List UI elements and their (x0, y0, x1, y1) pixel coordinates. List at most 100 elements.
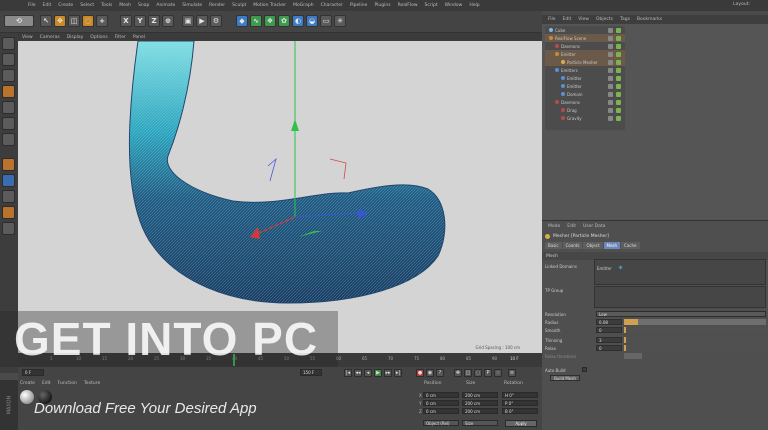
vp-menu-view[interactable]: View (22, 35, 33, 40)
model-mode-icon[interactable] (2, 53, 15, 66)
menu-character[interactable]: Character (321, 3, 343, 8)
rotate-tool-icon[interactable]: ◌ (82, 15, 94, 27)
render-settings-icon[interactable]: ⚙ (210, 15, 222, 27)
relax-iterations-slider[interactable] (624, 353, 642, 359)
tweak-mode-icon[interactable] (2, 174, 15, 187)
texture-mode-icon[interactable] (2, 69, 15, 82)
mat-menu-function[interactable]: Function (58, 381, 77, 386)
scale-tool-icon[interactable]: ◫ (68, 15, 80, 27)
visibility-dot[interactable] (608, 107, 613, 113)
enable-checkmark[interactable] (616, 75, 621, 81)
menu-help[interactable]: Help (469, 3, 479, 8)
visibility-dot[interactable] (608, 67, 613, 73)
position-z-field[interactable]: 0 cm (423, 408, 459, 414)
enable-checkmark[interactable] (616, 83, 621, 89)
tab-basic[interactable]: Basic (545, 242, 562, 249)
menu-render[interactable]: Render (209, 3, 225, 8)
smooth-field[interactable]: 0 (596, 327, 622, 333)
smooth-slider[interactable] (624, 327, 766, 333)
enable-checkmark[interactable] (616, 43, 621, 49)
menu-select[interactable]: Select (80, 3, 94, 8)
size-mode-dropdown[interactable]: Size (462, 420, 498, 426)
menu-file[interactable]: File (28, 3, 36, 8)
object-row-drag[interactable]: Drag (545, 106, 625, 114)
tab-cache[interactable]: Cache (621, 242, 640, 249)
attr-menu-mode[interactable]: Mode (548, 224, 560, 229)
coordinate-mode-dropdown[interactable]: Object (Rel) (423, 420, 459, 426)
enable-checkmark[interactable] (616, 59, 621, 65)
rotation-p-field[interactable]: P 0° (502, 400, 538, 406)
visibility-dot[interactable] (608, 59, 613, 65)
move-tool-icon[interactable]: ✥ (54, 15, 66, 27)
auto-build-checkbox[interactable] (582, 367, 587, 372)
autokey-button[interactable]: ◉ (426, 369, 434, 377)
object-row-realflow-scene[interactable]: RealFlow Scene (545, 34, 625, 42)
tab-object[interactable]: Object (583, 242, 603, 249)
scale-key-icon[interactable]: ◫ (464, 369, 472, 377)
obj-menu-objects[interactable]: Objects (596, 17, 613, 22)
next-frame-button[interactable]: ▸▸ (384, 369, 392, 377)
end-frame-field[interactable]: 150 F (300, 369, 322, 376)
mat-menu-edit[interactable]: Edit (42, 381, 51, 386)
resolution-dropdown[interactable]: Low (596, 311, 766, 317)
relax-slider[interactable] (624, 345, 766, 351)
obj-menu-file[interactable]: File (548, 17, 556, 22)
menu-realflow[interactable]: RealFlow (398, 3, 418, 8)
vp-menu-filter[interactable]: Filter (115, 35, 126, 40)
array-icon[interactable]: ✿ (278, 15, 290, 27)
undo-button[interactable]: ⟲ (4, 15, 34, 27)
vp-menu-cameras[interactable]: Cameras (40, 35, 60, 40)
points-mode-icon[interactable] (2, 101, 15, 114)
attr-menu-user-data[interactable]: User Data (583, 224, 605, 229)
menu-snap[interactable]: Snap (138, 3, 149, 8)
goto-start-button[interactable]: |◂ (344, 369, 352, 377)
timeline-menu-icon[interactable]: ≡ (508, 369, 516, 377)
size-x-field[interactable]: 200 cm (462, 392, 498, 398)
render-view-icon[interactable]: ▶ (196, 15, 208, 27)
menu-script[interactable]: Script (425, 3, 438, 8)
enable-checkmark[interactable] (616, 51, 621, 57)
size-z-field[interactable]: 200 cm (462, 408, 498, 414)
menu-tools[interactable]: Tools (101, 3, 112, 8)
visibility-dot[interactable] (608, 99, 613, 105)
workplane-icon[interactable] (2, 85, 15, 98)
visibility-dot[interactable] (608, 115, 613, 121)
menu-create[interactable]: Create (58, 3, 73, 8)
move-key-icon[interactable]: ✥ (454, 369, 462, 377)
radius-field[interactable]: 0.08 (596, 319, 622, 325)
material-swatch-1[interactable] (20, 390, 34, 404)
position-y-field[interactable]: 0 cm (423, 400, 459, 406)
rotation-h-field[interactable]: H 0° (502, 392, 538, 398)
rotate-key-icon[interactable]: ◌ (474, 369, 482, 377)
obj-menu-edit[interactable]: Edit (563, 17, 572, 22)
3d-viewport[interactable]: Grid Spacing : 100 cm (18, 41, 542, 353)
linked-emitter-item[interactable]: Emitter ✶ (597, 264, 624, 272)
vp-menu-display[interactable]: Display (67, 35, 84, 40)
menu-window[interactable]: Window (445, 3, 463, 8)
thinning-slider[interactable] (624, 337, 766, 343)
thinning-field[interactable]: 3 (596, 337, 622, 343)
rotation-b-field[interactable]: B 0° (502, 408, 538, 414)
z-axis-button[interactable]: Z (148, 15, 160, 27)
enable-checkmark[interactable] (616, 27, 621, 33)
select-tool-icon[interactable]: ↖ (40, 15, 52, 27)
visibility-dot[interactable] (608, 91, 613, 97)
object-row-cube[interactable]: Cube (545, 26, 625, 34)
enable-checkmark[interactable] (616, 99, 621, 105)
start-frame-field[interactable]: 0 F (22, 369, 44, 376)
goto-end-button[interactable]: ▸| (394, 369, 402, 377)
menu-sculpt[interactable]: Sculpt (232, 3, 246, 8)
position-x-field[interactable]: 0 cm (423, 392, 459, 398)
enable-checkmark[interactable] (616, 107, 621, 113)
y-axis-button[interactable]: Y (134, 15, 146, 27)
keyframe-selection-button[interactable]: ? (436, 369, 444, 377)
environment-icon[interactable]: ◒ (306, 15, 318, 27)
point-level-icon[interactable]: ⁙ (494, 369, 502, 377)
object-row-domain[interactable]: Domain (545, 90, 625, 98)
visibility-dot[interactable] (608, 35, 613, 41)
menu-edit[interactable]: Edit (43, 3, 52, 8)
radius-slider[interactable] (624, 319, 766, 325)
subdivision-icon[interactable]: ❖ (264, 15, 276, 27)
object-row-emitters[interactable]: Emitters (545, 66, 625, 74)
object-row-daemons[interactable]: Daemons (545, 42, 625, 50)
